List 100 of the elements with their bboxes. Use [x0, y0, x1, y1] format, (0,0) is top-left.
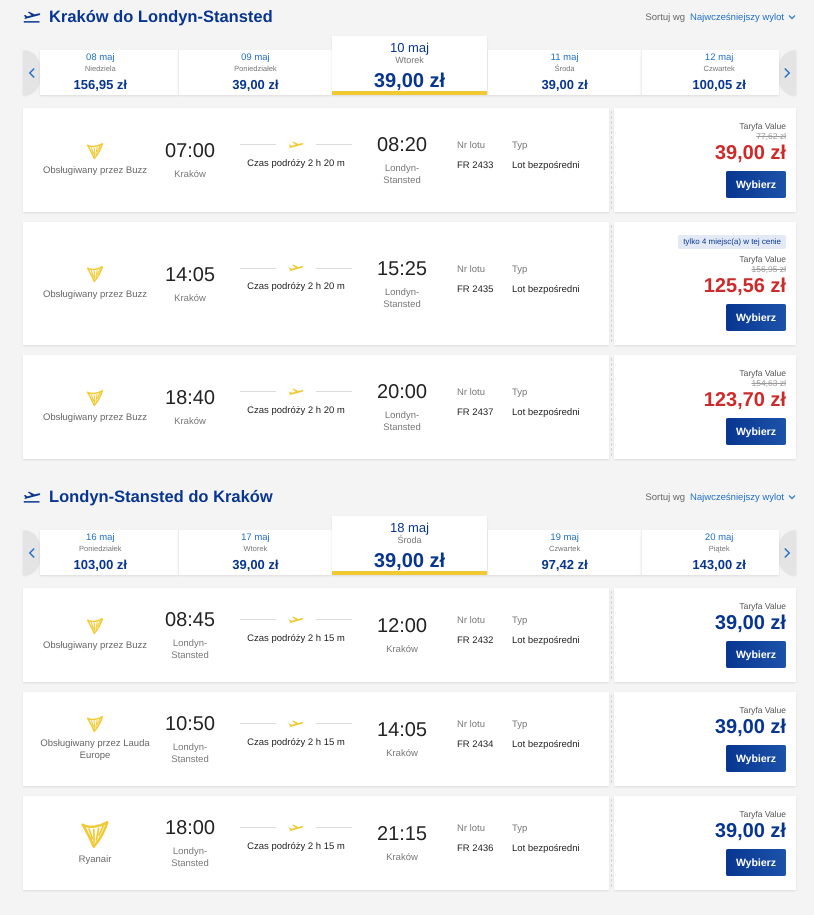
- flight-number: FR 2435: [457, 284, 494, 296]
- date-tab[interactable]: 10 maj Wtorek 39,00 zł: [332, 36, 487, 95]
- flight-number-label: Nr lotu: [457, 823, 485, 835]
- flight-number-label: Nr lotu: [457, 615, 485, 627]
- tab-price: 39,00 zł: [232, 77, 279, 92]
- flight-type: Lot bezpośredni: [512, 407, 580, 419]
- arrival-time: 12:00: [376, 614, 428, 638]
- arrival-airport: Londyn-Stansted: [382, 286, 422, 310]
- plane-icon: [288, 388, 304, 396]
- tab-price: 39,00 zł: [232, 557, 279, 572]
- fare-price: 125,56 zł: [704, 274, 786, 298]
- arrival-airport: Kraków: [386, 644, 418, 656]
- duration-text: Czas podróży 2 h 15 m: [246, 632, 346, 644]
- flight-type-label: Typ: [512, 387, 528, 399]
- previous-dates-button[interactable]: [23, 50, 40, 95]
- duration-text: Czas podróży 2 h 15 m: [246, 736, 346, 748]
- plane-icon: [288, 140, 304, 148]
- flight-number-label: Nr lotu: [457, 719, 485, 731]
- next-dates-button[interactable]: [778, 530, 796, 575]
- select-button[interactable]: Wybierz: [726, 418, 786, 445]
- seats-left-badge: tylko 4 miejsc(a) w tej cenie: [678, 235, 786, 249]
- chevron-down-icon: [788, 494, 796, 500]
- plane-takeoff-icon: [23, 491, 41, 503]
- chevron-left-icon: [28, 66, 36, 78]
- select-button[interactable]: Wybierz: [726, 304, 786, 331]
- flight-number-label: Nr lotu: [457, 387, 485, 399]
- duration-text: Czas podróży 2 h 20 m: [246, 158, 346, 170]
- next-dates-button[interactable]: [778, 50, 796, 95]
- duration-text: Czas podróży 2 h 15 m: [246, 840, 346, 852]
- tab-date: 20 maj: [704, 532, 734, 544]
- departure-time: 08:45: [164, 608, 216, 632]
- arrival-airport: Londyn-Stansted: [382, 163, 422, 187]
- departure-airport: Kraków: [174, 292, 206, 304]
- departure-airport: Londyn-Stansted: [170, 742, 210, 766]
- tab-price: 100,05 zł: [692, 77, 746, 92]
- tab-date: 10 maj: [390, 40, 429, 55]
- sort-label: Sortuj wg: [645, 492, 686, 502]
- harp-logo-icon: [86, 390, 104, 406]
- harp-logo-icon: [80, 820, 110, 848]
- tab-price: 143,00 zł: [692, 557, 746, 572]
- select-button[interactable]: Wybierz: [726, 171, 786, 198]
- fare-name: Taryfa Value: [739, 705, 786, 715]
- flight-type-label: Typ: [512, 264, 528, 276]
- flight-number-label: Nr lotu: [457, 140, 485, 152]
- fare-name: Taryfa Value: [739, 121, 786, 131]
- flight-type: Lot bezpośredni: [512, 160, 580, 172]
- tab-price: 156,95 zł: [74, 77, 128, 92]
- flight-type: Lot bezpośredni: [512, 843, 580, 855]
- duration-text: Czas podróży 2 h 20 m: [246, 281, 346, 293]
- arrival-time: 14:05: [376, 718, 428, 742]
- harp-logo-icon: [86, 618, 104, 634]
- tab-price: 39,00 zł: [541, 77, 588, 92]
- plane-takeoff-icon: [23, 11, 41, 23]
- select-button[interactable]: Wybierz: [726, 641, 786, 668]
- operator-name: Obsługiwany przez Buzz: [42, 640, 148, 652]
- departure-time: 18:40: [164, 386, 216, 410]
- harp-logo-icon: [86, 142, 104, 160]
- departure-time: 07:00: [164, 139, 216, 163]
- chevron-down-icon: [788, 14, 796, 20]
- departure-airport: Kraków: [174, 416, 206, 428]
- plane-icon: [288, 264, 304, 272]
- departure-time: 10:50: [164, 712, 216, 736]
- flight-number: FR 2433: [457, 160, 494, 172]
- tab-weekday: Wtorek: [395, 55, 424, 66]
- sort-dropdown[interactable]: Najwcześniejszy wylot: [690, 492, 796, 502]
- route-title: Londyn-Stansted do Kraków: [49, 488, 273, 506]
- tab-date: 11 maj: [550, 52, 578, 64]
- duration-text: Czas podróży 2 h 20 m: [246, 404, 346, 416]
- previous-dates-button[interactable]: [23, 530, 40, 575]
- select-button[interactable]: Wybierz: [726, 745, 786, 772]
- arrival-airport: Londyn-Stansted: [382, 410, 422, 434]
- tab-date: 18 maj: [390, 520, 429, 535]
- arrival-airport: Kraków: [386, 748, 418, 760]
- flight-type: Lot bezpośredni: [512, 635, 580, 647]
- harp-logo-icon: [86, 266, 104, 283]
- flight-number: FR 2436: [457, 843, 494, 855]
- chevron-left-icon: [28, 546, 36, 558]
- operator-name: Obsługiwany przez Buzz: [42, 165, 148, 178]
- fare-name: Taryfa Value: [739, 601, 786, 611]
- flight-type-label: Typ: [512, 140, 528, 152]
- tab-date: 19 maj: [550, 532, 579, 544]
- fare-name: Taryfa Value: [739, 254, 786, 264]
- flight-type-label: Typ: [512, 719, 528, 731]
- flight-number: FR 2437: [457, 407, 494, 419]
- tab-date: 17 maj: [241, 532, 270, 544]
- chevron-right-icon: [783, 546, 792, 558]
- arrival-time: 15:25: [376, 256, 428, 280]
- sort-label: Sortuj wg: [645, 12, 686, 22]
- date-tab[interactable]: 18 maj Środa 39,00 zł: [332, 516, 487, 575]
- plane-icon: [288, 616, 304, 624]
- old-price: 154,63 zł: [752, 378, 786, 388]
- old-price: 77,62 zł: [756, 131, 786, 141]
- select-button[interactable]: Wybierz: [726, 849, 786, 876]
- operator-name: Obsługiwany przez Buzz: [42, 288, 148, 301]
- fare-name: Taryfa Value: [739, 368, 786, 378]
- harp-logo-icon: [86, 716, 104, 732]
- old-price: 156,95 zł: [752, 264, 786, 274]
- route-title: Kraków do Londyn-Stansted: [49, 8, 273, 26]
- arrival-airport: Kraków: [386, 852, 418, 864]
- sort-dropdown[interactable]: Najwcześniejszy wylot: [690, 12, 796, 22]
